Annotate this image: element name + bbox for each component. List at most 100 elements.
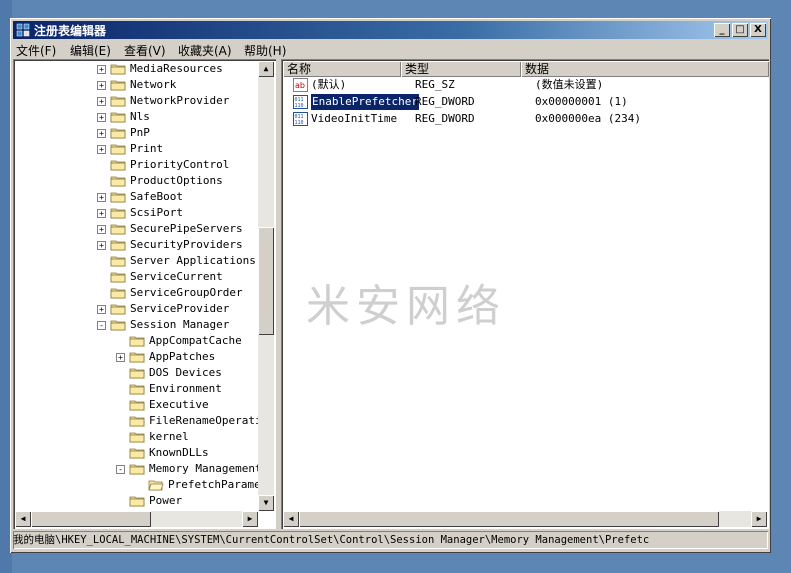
folder-icon bbox=[110, 175, 126, 187]
expand-icon[interactable]: + bbox=[97, 145, 106, 154]
expand-icon[interactable]: + bbox=[97, 305, 106, 314]
expand-icon[interactable]: + bbox=[97, 241, 106, 250]
menu-help[interactable]: 帮助(H) bbox=[244, 42, 286, 59]
regedit-app-icon bbox=[16, 23, 30, 37]
tree-item-label: ServiceProvider bbox=[130, 302, 230, 315]
binary-value-icon: 011 110 bbox=[293, 95, 308, 109]
folder-icon bbox=[110, 223, 126, 235]
expand-icon[interactable]: + bbox=[97, 97, 106, 106]
scroll-left-arrow-icon[interactable]: ◀ bbox=[283, 511, 299, 527]
tree-item-label: Server Applications bbox=[130, 254, 256, 267]
tree-item-label: FileRenameOperatio bbox=[149, 414, 269, 427]
collapse-icon[interactable]: - bbox=[97, 321, 106, 330]
tree-item-label: Print bbox=[130, 142, 164, 155]
title-bar[interactable]: 注册表编辑器 _ □ X bbox=[13, 21, 768, 39]
menu-bar: 文件(F) 编辑(E) 查看(V) 收藏夹(A) 帮助(H) bbox=[13, 40, 768, 58]
tree-item-label: Environment bbox=[149, 382, 222, 395]
folder-icon bbox=[110, 79, 126, 91]
folder-icon bbox=[129, 351, 145, 363]
tree-item-label: SecurityProviders bbox=[130, 238, 243, 251]
folder-icon bbox=[129, 463, 145, 475]
folder-icon bbox=[129, 383, 145, 395]
tree-item-label: Executive bbox=[149, 398, 209, 411]
tree-item-label: ProductOptions bbox=[130, 174, 223, 187]
menu-file[interactable]: 文件(F) bbox=[16, 42, 56, 59]
tree-item-label: kernel bbox=[149, 430, 189, 443]
folder-icon bbox=[129, 431, 145, 443]
tree-item-label: PriorityControl bbox=[130, 158, 230, 171]
tree-item-label: NetworkProvider bbox=[130, 94, 230, 107]
folder-icon bbox=[129, 399, 145, 411]
folder-icon bbox=[110, 287, 126, 299]
status-path: 我的电脑\HKEY_LOCAL_MACHINE\SYSTEM\CurrentCo… bbox=[13, 534, 650, 546]
registry-key-tree[interactable]: + MediaResources + Network + NetworkProvider +… bbox=[13, 59, 276, 529]
expand-icon[interactable]: + bbox=[97, 225, 106, 234]
value-data: (数值未设置) bbox=[535, 78, 604, 91]
tree-item-label: ServiceGroupOrder bbox=[130, 286, 243, 299]
tree-item-label: AppCompatCache bbox=[149, 334, 242, 347]
tree-item-label: DOS Devices bbox=[149, 366, 222, 379]
value-name[interactable]: VideoInitTime bbox=[311, 111, 397, 127]
list-horizontal-scrollbar[interactable]: ◀ ▶ bbox=[283, 511, 767, 527]
svg-text:110: 110 bbox=[295, 120, 304, 126]
scroll-down-arrow-icon[interactable]: ▼ bbox=[258, 495, 274, 511]
tree-item-label: KnownDLLs bbox=[149, 446, 209, 459]
folder-icon bbox=[110, 111, 126, 123]
close-button[interactable]: X bbox=[750, 23, 766, 37]
value-type: REG_DWORD bbox=[415, 95, 475, 108]
folder-icon bbox=[110, 271, 126, 283]
minimize-button[interactable]: _ bbox=[714, 23, 730, 37]
menu-favorites[interactable]: 收藏夹(A) bbox=[178, 42, 232, 59]
scroll-right-arrow-icon[interactable]: ▶ bbox=[751, 511, 767, 527]
tree-item-label: MediaResources bbox=[130, 62, 223, 75]
folder-icon bbox=[110, 143, 126, 155]
folder-icon bbox=[129, 495, 145, 507]
expand-icon[interactable]: + bbox=[97, 129, 106, 138]
svg-text:110: 110 bbox=[295, 103, 304, 109]
column-header-type[interactable]: 类型 bbox=[401, 61, 521, 77]
column-header-data[interactable]: 数据 bbox=[521, 61, 769, 77]
folder-icon bbox=[110, 319, 126, 331]
expand-icon[interactable]: + bbox=[116, 353, 125, 362]
expand-icon[interactable]: + bbox=[97, 65, 106, 74]
list-item[interactable]: 011 110 VideoInitTime REG_DWORD 0x000000ea (… bbox=[285, 111, 765, 127]
tree-item-label: PnP bbox=[130, 126, 150, 139]
folder-icon bbox=[129, 367, 145, 379]
tree-item-label: ScsiPort bbox=[130, 206, 183, 219]
tree-item-label: Session Manager bbox=[130, 318, 230, 331]
tree-hscroll-thumb[interactable] bbox=[31, 511, 151, 527]
string-value-icon: ab bbox=[293, 78, 308, 92]
folder-icon bbox=[110, 207, 126, 219]
collapse-icon[interactable]: - bbox=[116, 465, 125, 474]
svg-text:ab: ab bbox=[295, 81, 305, 90]
tree-item-label: PrefetchParamet bbox=[168, 478, 268, 491]
value-type: REG_SZ bbox=[415, 78, 455, 91]
binary-value-icon: 011 110 bbox=[293, 112, 308, 126]
list-hscroll-thumb[interactable] bbox=[299, 511, 719, 527]
expand-icon[interactable]: + bbox=[97, 193, 106, 202]
tree-item-label: ServiceCurrent bbox=[130, 270, 223, 283]
scroll-up-arrow-icon[interactable]: ▲ bbox=[258, 61, 274, 77]
scroll-right-arrow-icon[interactable]: ▶ bbox=[242, 511, 258, 527]
folder-icon bbox=[129, 335, 145, 347]
column-header-name[interactable]: 名称 bbox=[283, 61, 401, 77]
open-folder-icon bbox=[148, 479, 164, 491]
value-name[interactable]: (默认) bbox=[311, 77, 346, 93]
expand-icon[interactable]: + bbox=[97, 113, 106, 122]
scroll-left-arrow-icon[interactable]: ◀ bbox=[15, 511, 31, 527]
folder-icon bbox=[110, 239, 126, 251]
expand-icon[interactable]: + bbox=[97, 81, 106, 90]
maximize-button[interactable]: □ bbox=[732, 23, 748, 37]
tree-horizontal-scrollbar[interactable]: ◀ ▶ bbox=[15, 511, 258, 527]
menu-edit[interactable]: 编辑(E) bbox=[70, 42, 111, 59]
value-name[interactable]: EnablePrefetcher bbox=[310, 93, 420, 111]
list-item[interactable]: 011 110 EnablePrefetcher REG_DWORD 0x0000000… bbox=[285, 93, 765, 111]
tree-item-label: AppPatches bbox=[149, 350, 216, 363]
list-item[interactable]: ab (默认) REG_SZ (数值未设置) bbox=[285, 77, 765, 93]
tree-vertical-scrollbar[interactable]: ▲ ▼ bbox=[258, 61, 274, 511]
menu-view[interactable]: 查看(V) bbox=[124, 42, 166, 59]
folder-icon bbox=[110, 127, 126, 139]
registry-editor-window: 注册表编辑器 _ □ X 文件(F) 编辑(E) 查看(V) 收藏夹(A) 帮助… bbox=[10, 18, 771, 553]
tree-scroll-thumb[interactable] bbox=[258, 227, 274, 335]
expand-icon[interactable]: + bbox=[97, 209, 106, 218]
